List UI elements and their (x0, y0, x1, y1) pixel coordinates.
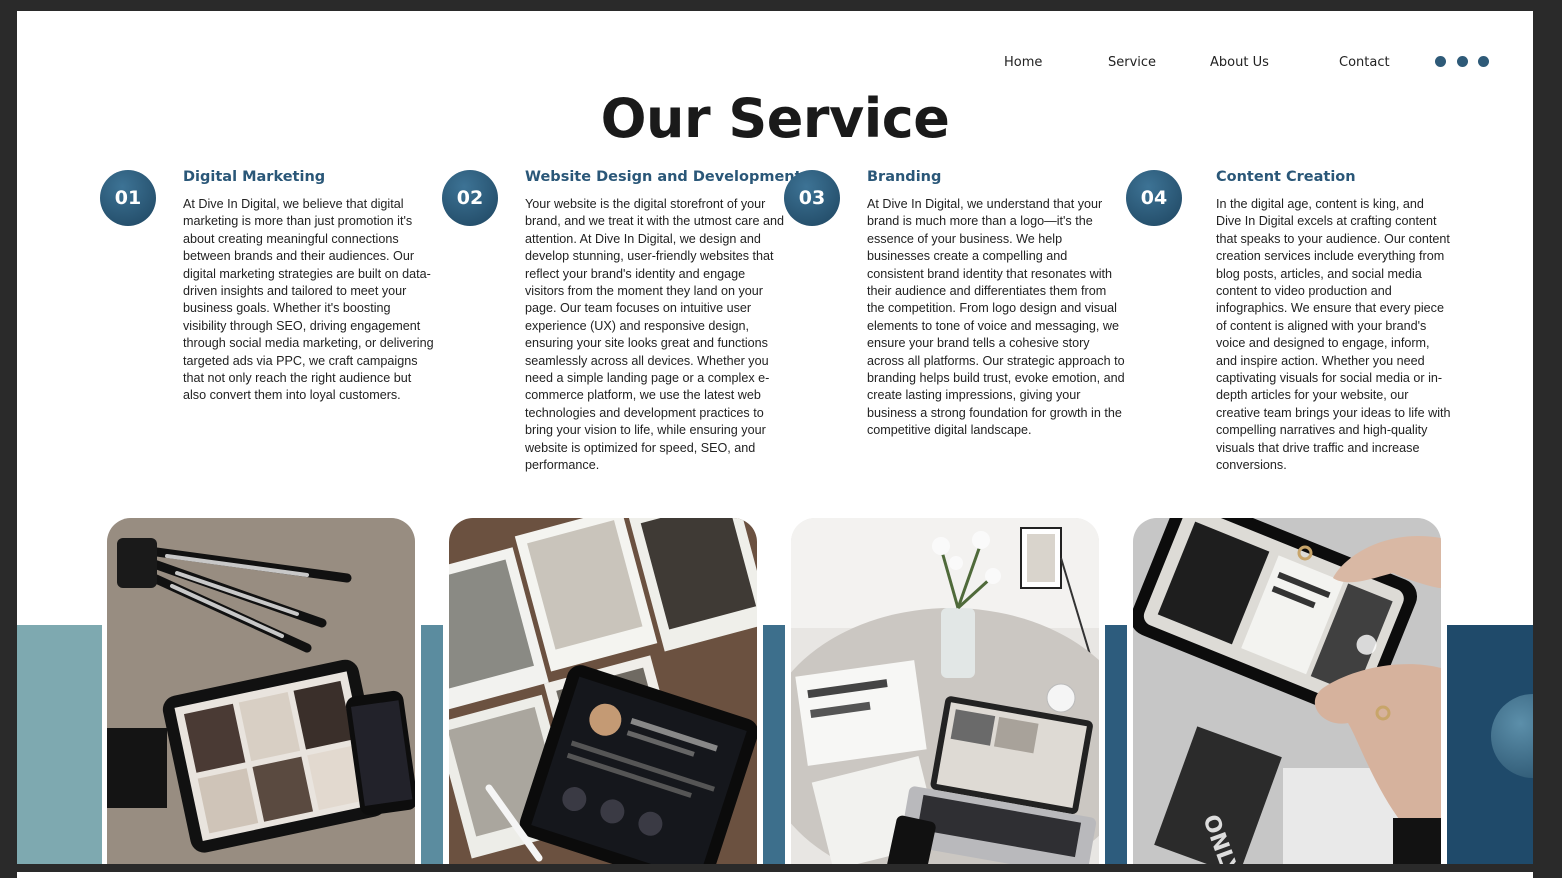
decor-band (17, 625, 102, 864)
nav-service-link[interactable]: Service (1108, 55, 1156, 70)
menu-dot-icon (1457, 56, 1468, 67)
service-title-branding: Branding (867, 169, 942, 185)
service-number-badge: 02 (442, 170, 498, 226)
service-title-digital-marketing: Digital Marketing (183, 169, 326, 185)
nav-home-link[interactable]: Home (1004, 55, 1042, 70)
service-slide: Home Service About Us Contact Our Servic… (17, 11, 1533, 864)
service-description: In the digital age, content is king, and… (1216, 197, 1451, 473)
service-title-web-design: Website Design and Development (525, 169, 802, 185)
decor-band (421, 625, 443, 864)
phone-camera-magazine-photo: ONLY (1133, 518, 1441, 864)
page-title: Our Service (600, 87, 950, 150)
menu-dot-icon (1478, 56, 1489, 67)
nav-contact-link[interactable]: Contact (1339, 55, 1390, 70)
decor-band (763, 625, 785, 864)
service-description: Your website is the digital storefront o… (525, 197, 785, 473)
service-description: At Dive In Digital, we believe that digi… (183, 197, 434, 403)
bottom-edge (17, 872, 1533, 878)
nav-about-link[interactable]: About Us (1210, 55, 1269, 70)
service-title-content-creation: Content Creation (1216, 169, 1356, 185)
menu-dot-icon (1435, 56, 1446, 67)
tablet-tripod-photo (107, 518, 415, 864)
service-number-badge: 01 (100, 170, 156, 226)
decor-band (1105, 625, 1127, 864)
service-number-badge: 03 (784, 170, 840, 226)
moodboard-tablet-photo (449, 518, 757, 864)
service-number-badge: 04 (1126, 170, 1182, 226)
service-description: At Dive In Digital, we understand that y… (867, 197, 1125, 438)
desk-laptop-flowers-photo (791, 518, 1099, 864)
